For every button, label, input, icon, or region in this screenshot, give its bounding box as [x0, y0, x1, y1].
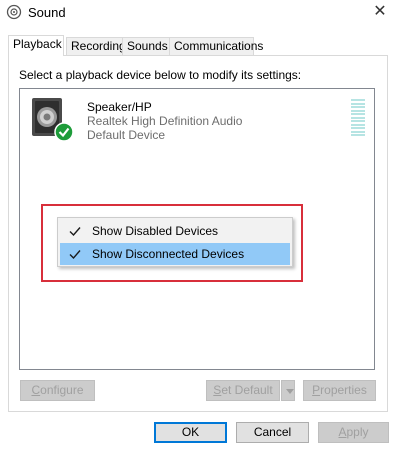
window-title: Sound: [28, 5, 66, 20]
tab-playback[interactable]: Playback: [8, 35, 64, 56]
cancel-button[interactable]: Cancel: [236, 422, 309, 443]
menu-item-show-disabled[interactable]: Show Disabled Devices: [60, 220, 290, 242]
tab-sounds[interactable]: Sounds: [122, 37, 170, 55]
checkmark-icon: [69, 250, 81, 260]
menu-item-show-disconnected[interactable]: Show Disconnected Devices: [60, 243, 290, 265]
device-name: Speaker/HP: [87, 100, 152, 114]
configure-button[interactable]: Configure: [20, 380, 95, 401]
properties-button[interactable]: Properties: [303, 380, 376, 401]
green-check-icon: [54, 122, 74, 142]
speaker-icon: [32, 98, 74, 142]
ok-button[interactable]: OK: [154, 422, 227, 443]
checkmark-icon: [69, 227, 81, 237]
title-bar: Sound ✕: [0, 0, 395, 26]
volume-level-meter: [351, 99, 365, 137]
apply-button[interactable]: Apply: [318, 422, 389, 443]
set-default-dropdown-button[interactable]: [281, 380, 295, 401]
close-button[interactable]: ✕: [365, 0, 395, 24]
device-driver: Realtek High Definition Audio: [87, 114, 243, 128]
instruction-text: Select a playback device below to modify…: [19, 68, 302, 82]
menu-item-label: Show Disabled Devices: [92, 224, 219, 238]
menu-item-label: Show Disconnected Devices: [92, 247, 245, 261]
sound-icon: [6, 4, 22, 20]
chevron-down-icon: [286, 389, 294, 394]
context-menu: Show Disabled Devices Show Disconnected …: [57, 217, 293, 267]
set-default-button[interactable]: Set Default: [206, 380, 280, 401]
device-status: Default Device: [87, 128, 166, 142]
tab-communications[interactable]: Communications: [169, 37, 263, 55]
tab-recording[interactable]: Recording: [66, 37, 126, 55]
